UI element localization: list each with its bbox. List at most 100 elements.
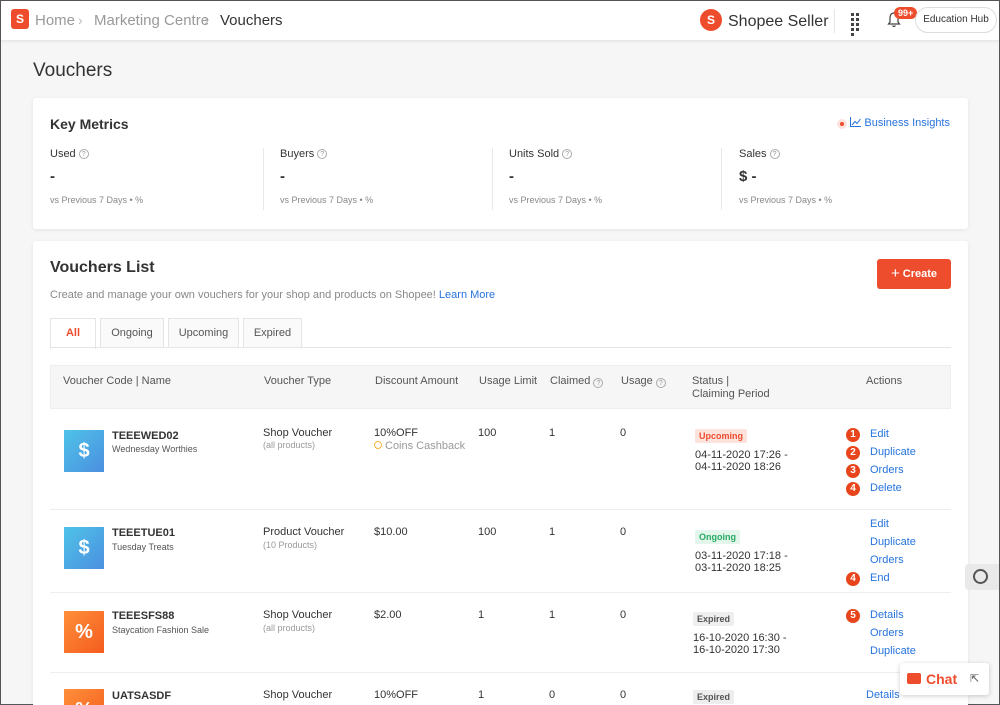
voucher-name: Wednesday Worthies: [112, 444, 198, 454]
voucher-name: Staycation Fashion Sale: [112, 625, 210, 635]
voucher-type-sub: (10 Products): [263, 540, 318, 550]
duplicate-link[interactable]: Duplicate: [870, 645, 916, 657]
brand-name[interactable]: Shopee Seller: [728, 13, 829, 31]
claiming-period: 03-11-2020 17:18 -03-11-2020 18:25: [695, 550, 788, 574]
education-hub-button[interactable]: Education Hub: [915, 7, 997, 33]
orders-link[interactable]: Orders: [870, 464, 904, 476]
metric-value: -: [280, 168, 285, 185]
help-icon[interactable]: ?: [593, 378, 604, 388]
table-row: % UATSASDF Shop Voucher 10%OFF 1 0 0 Exp…: [50, 673, 951, 705]
divider: [721, 148, 722, 210]
duplicate-link[interactable]: Duplicate: [870, 446, 916, 458]
help-icon[interactable]: ?: [78, 149, 89, 159]
vouchers-list-title: Vouchers List: [50, 259, 155, 276]
create-label: Create: [902, 268, 938, 280]
step-marker: 3: [846, 464, 860, 478]
create-voucher-button[interactable]: + Create: [877, 259, 951, 289]
breadcrumb-home[interactable]: Home: [35, 12, 75, 29]
top-bar: S Home › Marketing Centre › Vouchers S S…: [1, 1, 999, 41]
table-row: $ TEEETUE01 Tuesday Treats Product Vouch…: [50, 510, 951, 593]
col-code-name: Voucher Code | Name: [63, 375, 172, 387]
edit-link[interactable]: Edit: [870, 518, 889, 530]
tab-upcoming[interactable]: Upcoming: [168, 318, 239, 348]
metric-compare: vs Previous 7 Days • %: [50, 195, 144, 205]
apps-grid-icon[interactable]: [851, 13, 865, 36]
col-claiming-period-label: Claiming Period: [692, 388, 770, 400]
claiming-period: 16-10-2020 16:30 -16-10-2020 17:30: [693, 632, 787, 656]
step-marker: 2: [846, 446, 860, 460]
period-end: 16-10-2020 17:30: [693, 644, 780, 656]
metric-value: -: [509, 168, 514, 185]
metric-label: Buyers: [280, 148, 315, 160]
divider: [834, 9, 835, 33]
discount-amount: $10.00: [374, 526, 408, 538]
usage-limit: 100: [478, 526, 497, 538]
duplicate-link[interactable]: Duplicate: [870, 536, 916, 548]
help-icon[interactable]: ?: [655, 378, 666, 388]
page-title: Vouchers: [33, 60, 113, 81]
delete-link[interactable]: Delete: [870, 482, 902, 494]
col-status: Status | Claiming Period: [692, 375, 770, 401]
table-row: $ TEEEWED02 Wednesday Worthies Shop Vouc…: [50, 409, 951, 510]
tab-all[interactable]: All: [50, 318, 96, 349]
usage-count: 0: [620, 609, 627, 621]
new-indicator-icon: [837, 119, 847, 129]
col-usage-label: Usage: [621, 375, 653, 387]
voucher-code: TEEETUE01: [112, 527, 175, 539]
details-link[interactable]: Details: [870, 609, 904, 621]
usage-limit: 100: [478, 427, 497, 439]
voucher-percent-icon: %: [64, 689, 104, 705]
details-link[interactable]: Details: [866, 689, 900, 701]
help-icon[interactable]: ?: [317, 149, 328, 159]
edit-link[interactable]: Edit: [870, 428, 889, 440]
usage-limit: 1: [478, 609, 485, 621]
metric-compare: vs Previous 7 Days • %: [280, 195, 374, 205]
col-claimed: Claimed ?: [550, 375, 604, 388]
claimed-count: 1: [549, 427, 556, 439]
voucher-type-sub: (all products): [263, 623, 316, 633]
metric-label: Used: [50, 148, 76, 160]
step-marker: 4: [846, 572, 860, 586]
orders-link[interactable]: Orders: [870, 627, 904, 639]
cashback-label: Coins Cashback: [385, 440, 466, 452]
chat-button[interactable]: Chat ⇱: [900, 663, 989, 695]
description-text: Create and manage your own vouchers for …: [50, 289, 436, 301]
coin-icon: [374, 441, 382, 449]
key-metrics-card: Key Metrics Business Insights Used? - vs…: [33, 98, 968, 229]
breadcrumb-current: Vouchers: [220, 12, 283, 29]
end-link[interactable]: End: [870, 572, 890, 584]
headset-support-icon[interactable]: [965, 564, 999, 590]
help-icon[interactable]: ?: [769, 149, 780, 159]
tab-expired[interactable]: Expired: [243, 318, 302, 348]
voucher-code: UATSASDF: [112, 690, 172, 702]
learn-more-link[interactable]: Learn More: [439, 289, 495, 301]
period-end: 03-11-2020 18:25: [695, 562, 782, 574]
business-insights-link[interactable]: Business Insights: [850, 117, 950, 129]
voucher-type-sub: (all products): [263, 440, 316, 450]
period-start: 04-11-2020 17:26 -: [695, 449, 788, 461]
business-insights-label: Business Insights: [864, 117, 950, 129]
divider: [50, 347, 951, 348]
metric-compare: vs Previous 7 Days • %: [509, 195, 603, 205]
tab-ongoing[interactable]: Ongoing: [100, 318, 164, 348]
discount-amount: 10%OFF: [374, 689, 419, 701]
period-start: 16-10-2020 16:30 -: [693, 632, 787, 644]
col-type: Voucher Type: [264, 375, 332, 387]
period-end: 04-11-2020 18:26: [695, 461, 782, 473]
claimed-count: 0: [549, 689, 556, 701]
metric-value: -: [50, 168, 55, 185]
voucher-name: Tuesday Treats: [112, 542, 174, 552]
period-start: 03-11-2020 17:18 -: [695, 550, 788, 562]
orders-link[interactable]: Orders: [870, 554, 904, 566]
discount-amount: $2.00: [374, 609, 402, 621]
metric-sales: Sales? $ - vs Previous 7 Days • %: [739, 148, 949, 205]
coins-cashback: Coins Cashback: [374, 440, 465, 452]
usage-limit: 1: [478, 689, 485, 701]
breadcrumb-marketing[interactable]: Marketing Centre: [94, 12, 209, 29]
shopee-logo-icon[interactable]: S: [11, 9, 29, 29]
chevron-right-icon: ›: [204, 12, 209, 28]
col-usage-limit: Usage Limit: [479, 375, 538, 387]
help-icon[interactable]: ?: [562, 149, 573, 159]
col-status-label: Status |: [692, 375, 730, 387]
expand-icon[interactable]: ⇱: [970, 672, 979, 685]
